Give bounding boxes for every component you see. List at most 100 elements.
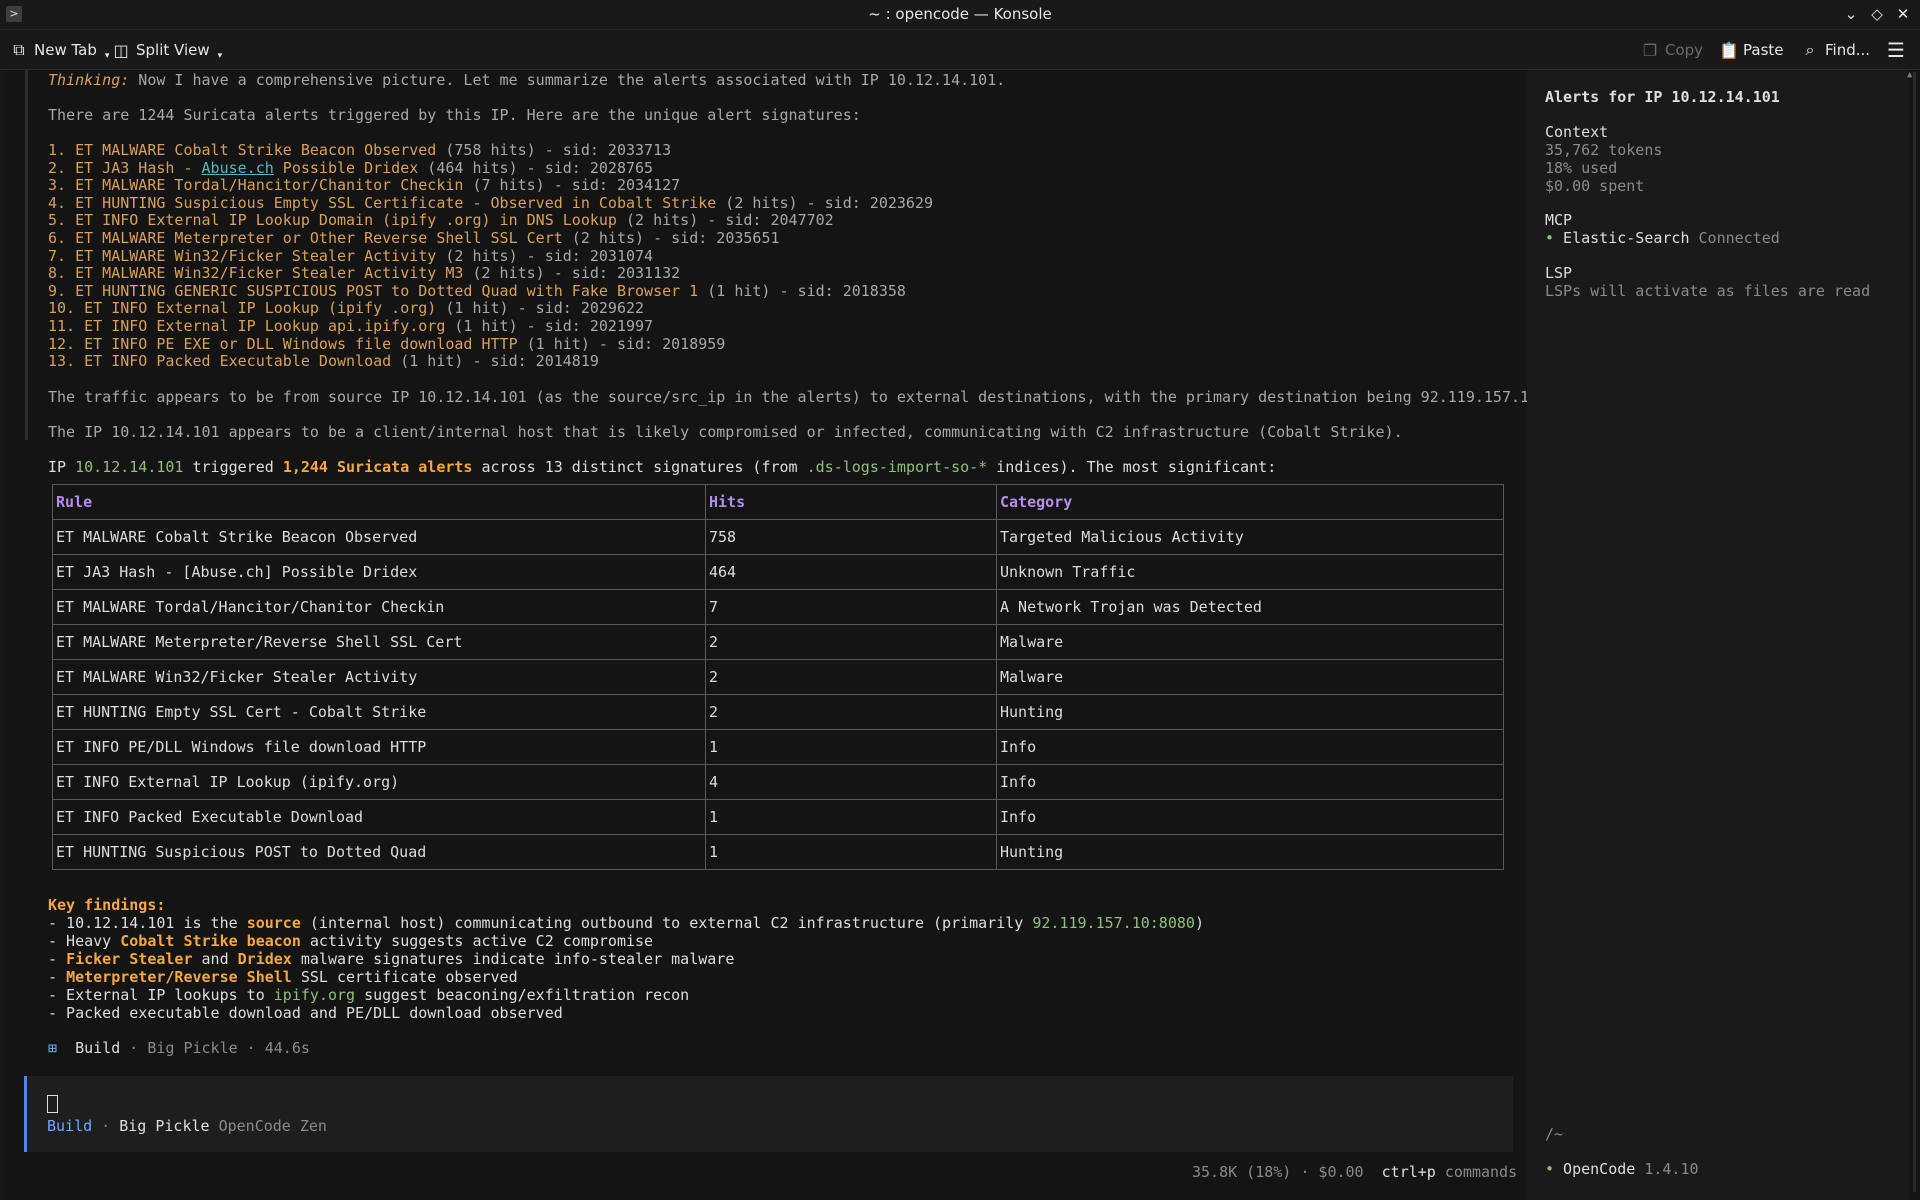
finding-highlight: Dridex bbox=[237, 950, 292, 968]
signature-name: ET MALWARE Win32/Ficker Stealer Activity… bbox=[75, 264, 464, 283]
summary-ip: 10.12.14.101 bbox=[75, 458, 184, 476]
caret-down-icon[interactable]: ▾ bbox=[105, 51, 110, 61]
signature-number: 10. bbox=[48, 299, 85, 318]
table-row: ET INFO External IP Lookup (ipify.org) 4 I… bbox=[52, 764, 1504, 800]
signature-number: 11. bbox=[48, 317, 85, 335]
signature-meta: (1 hit) - sid: 2014819 bbox=[391, 352, 599, 371]
scrollbar-thumb[interactable] bbox=[1913, 72, 1916, 1192]
usage-text: 35.8K (18%) · $0.00 bbox=[1192, 1163, 1364, 1181]
left-gutter bbox=[0, 70, 6, 1200]
hits-cell: 1 bbox=[705, 799, 997, 835]
paste-button[interactable]: 📋 Paste bbox=[1719, 39, 1784, 61]
finding-3: - Ficker Stealer and Dridex malware sign… bbox=[48, 950, 734, 968]
signature-number: 3. bbox=[48, 176, 76, 195]
hits-cell: 464 bbox=[705, 554, 997, 590]
finding-highlight: Cobalt Strike beacon bbox=[120, 932, 301, 950]
signature-name: ET INFO Packed Executable Download bbox=[84, 352, 392, 371]
hamburger-menu-icon[interactable]: ☰ bbox=[1887, 38, 1905, 62]
rule-cell: ET INFO External IP Lookup (ipify.org) bbox=[52, 764, 706, 800]
finding-text: - Heavy bbox=[48, 932, 121, 950]
signature-name: ET MALWARE Cobalt Strike Beacon Observed bbox=[75, 141, 437, 159]
finding-1: - 10.12.14.101 is the source (internal h… bbox=[48, 914, 1204, 932]
context-tokens: 35,762 tokens bbox=[1545, 141, 1663, 159]
hits-cell: 758 bbox=[705, 519, 997, 555]
finding-text: SSL certificate observed bbox=[291, 968, 518, 986]
build-label: Build bbox=[75, 1039, 121, 1057]
signature-number: 5. bbox=[48, 211, 76, 230]
alerts-table: Rule Hits Category ET MALWARE Cobalt Str… bbox=[52, 484, 1504, 870]
model-label[interactable]: Big Pickle bbox=[119, 1117, 209, 1135]
context-label: Context bbox=[1545, 123, 1609, 141]
category-cell: Unknown Traffic bbox=[996, 554, 1504, 590]
hits-cell: 2 bbox=[705, 659, 997, 695]
scroll-up-icon[interactable]: ▲ bbox=[1907, 70, 1912, 80]
table-row: ET MALWARE Win32/Ficker Stealer Activity… bbox=[52, 659, 1504, 695]
paste-icon: 📋 bbox=[1719, 40, 1739, 60]
signature-name: ET HUNTING GENERIC SUSPICIOUS POST to Do… bbox=[75, 281, 699, 300]
signature-item: 2. ET JA3 Hash - Abuse.ch Possible Dride… bbox=[48, 159, 653, 177]
finding-text: (internal host) communicating outbound t… bbox=[300, 914, 1033, 932]
rule-cell: ET MALWARE Cobalt Strike Beacon Observed bbox=[52, 519, 706, 555]
signature-item: 10. ET INFO External IP Lookup (ipify .o… bbox=[48, 299, 644, 317]
alerts-intro: There are 1244 Suricata alerts triggered… bbox=[48, 106, 861, 124]
new-tab-icon: ⧉ bbox=[13, 40, 25, 59]
hits-cell: 2 bbox=[705, 624, 997, 660]
signature-meta: (1 hit) - sid: 2018358 bbox=[698, 281, 906, 300]
abuse-ch-link[interactable]: Abuse.ch bbox=[202, 159, 274, 177]
category-cell: Info bbox=[996, 764, 1504, 800]
rule-cell: ET HUNTING Empty SSL Cert - Cobalt Strik… bbox=[52, 694, 706, 730]
finding-6: - Packed executable download and PE/DLL … bbox=[48, 1004, 563, 1022]
summary-text: IP bbox=[48, 458, 76, 476]
traffic-paragraph: The traffic appears to be from source IP… bbox=[48, 388, 1548, 406]
thinking-label: Thinking: bbox=[48, 71, 130, 89]
app-name: OpenCode bbox=[1554, 1160, 1636, 1178]
signature-item: 7. ET MALWARE Win32/Ficker Stealer Activ… bbox=[48, 247, 653, 265]
find-button[interactable]: ⌕ Find... bbox=[1801, 39, 1871, 61]
finding-highlight: Ficker Stealer bbox=[66, 950, 193, 968]
signature-item: 11. ET INFO External IP Lookup api.ipify… bbox=[48, 317, 653, 335]
signature-number: 13. bbox=[48, 352, 85, 371]
window-title: ~ : opencode — Konsole bbox=[868, 5, 1052, 23]
signature-item: 12. ET INFO PE EXE or DLL Windows file d… bbox=[48, 335, 725, 353]
table-row: ET INFO PE/DLL Windows file download HTT… bbox=[52, 729, 1504, 765]
mcp-server-name: Elastic-Search bbox=[1554, 229, 1690, 247]
context-used: 18% used bbox=[1545, 159, 1618, 177]
signature-number: 6. bbox=[48, 229, 76, 247]
maximize-icon[interactable]: ◇ bbox=[1867, 4, 1887, 24]
split-view-button[interactable]: ◫ Split View ▾ bbox=[112, 39, 223, 62]
provider-label: OpenCode Zen bbox=[209, 1117, 327, 1135]
signature-item: 13. ET INFO Packed Executable Download (… bbox=[48, 352, 599, 370]
caret-down-icon[interactable]: ▾ bbox=[218, 51, 223, 61]
app-version-line: • OpenCode 1.4.10 bbox=[1545, 1160, 1699, 1178]
thinking-line: Thinking: Now I have a comprehensive pic… bbox=[48, 71, 1005, 89]
signature-name: ET MALWARE Win32/Ficker Stealer Activity bbox=[75, 246, 437, 265]
paste-label: Paste bbox=[1743, 41, 1784, 59]
prompt-input[interactable]: Build · Big Pickle OpenCode Zen bbox=[24, 1076, 1513, 1152]
signature-number: 8. bbox=[48, 264, 76, 283]
signature-name: ET JA3 Hash - bbox=[75, 158, 202, 177]
sidebar-title: Alerts for IP 10.12.14.101 bbox=[1545, 88, 1780, 106]
rule-cell: ET INFO PE/DLL Windows file download HTT… bbox=[52, 729, 706, 765]
signature-item: 3. ET MALWARE Tordal/Hancitor/Chanitor C… bbox=[48, 176, 680, 194]
close-icon[interactable]: ✕ bbox=[1893, 4, 1913, 24]
column-header-category: Category bbox=[996, 484, 1504, 520]
split-view-label: Split View bbox=[136, 41, 210, 59]
thinking-text: Now I have a comprehensive picture. Let … bbox=[129, 71, 1006, 89]
mode-label[interactable]: Build bbox=[47, 1117, 92, 1135]
context-spent: $0.00 spent bbox=[1545, 177, 1645, 195]
minimize-icon[interactable]: ⌄ bbox=[1841, 4, 1861, 24]
terminal-scrollbar[interactable] bbox=[1909, 70, 1920, 1200]
finding-text: malware signatures indicate info-stealer… bbox=[291, 950, 735, 968]
finding-2: - Heavy Cobalt Strike beacon activity su… bbox=[48, 932, 653, 950]
table-row: ET HUNTING Empty SSL Cert - Cobalt Strik… bbox=[52, 694, 1504, 730]
category-cell: Hunting bbox=[996, 834, 1504, 870]
finding-text: - bbox=[48, 968, 67, 986]
category-cell: Hunting bbox=[996, 694, 1504, 730]
new-tab-button[interactable]: ⧉ New Tab ▾ bbox=[10, 39, 109, 61]
copy-button[interactable]: ❐ Copy bbox=[1641, 39, 1703, 61]
signature-item: 6. ET MALWARE Meterpreter or Other Rever… bbox=[48, 229, 780, 247]
signature-name: ET MALWARE Meterpreter or Other Reverse … bbox=[75, 229, 563, 247]
category-cell: Malware bbox=[996, 659, 1504, 695]
table-row: ET MALWARE Meterpreter/Reverse Shell SSL… bbox=[52, 624, 1504, 660]
signature-name: ET HUNTING Suspicious Empty SSL Certific… bbox=[75, 193, 717, 212]
